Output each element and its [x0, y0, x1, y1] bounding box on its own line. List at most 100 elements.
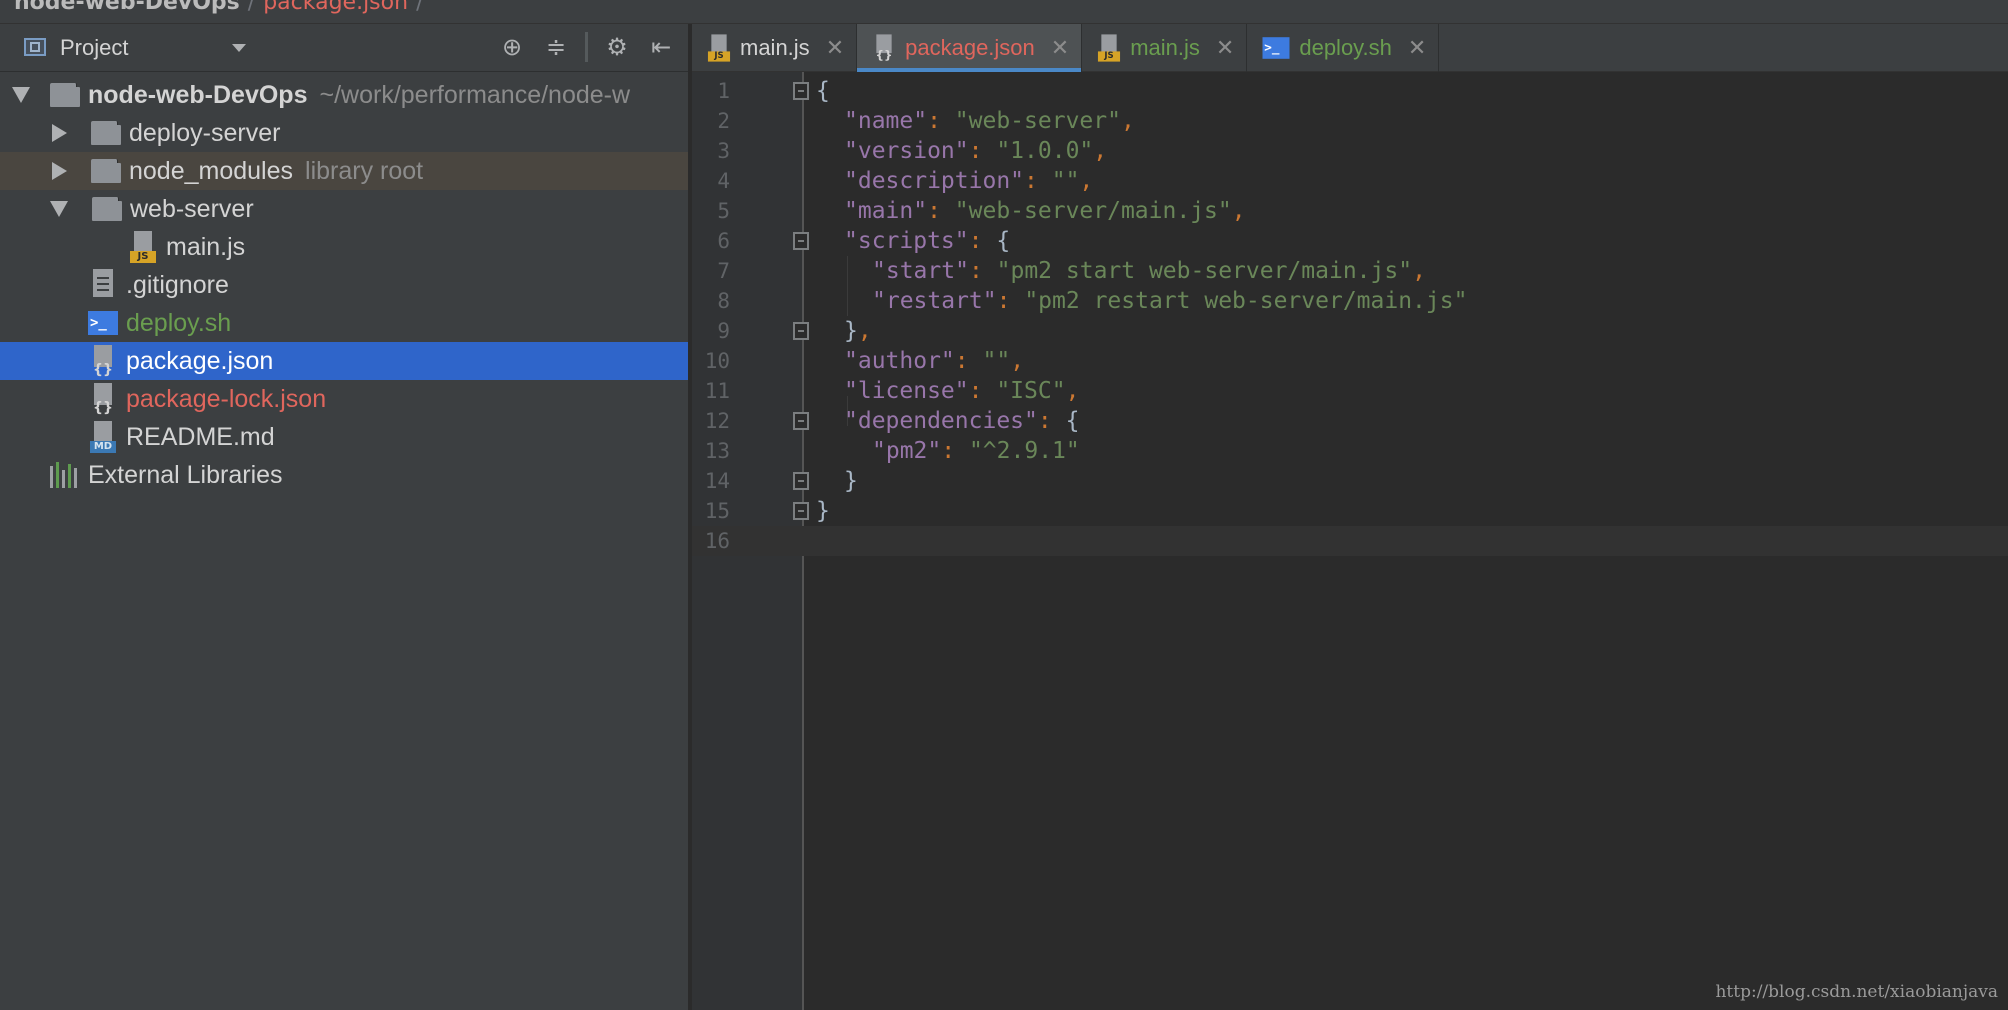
- tab-main-js[interactable]: JS main.js ✕: [692, 24, 858, 72]
- line-number: 5: [717, 199, 730, 223]
- tree-item-deploy-server[interactable]: deploy-server: [0, 114, 688, 152]
- tab-package-json[interactable]: {} package.json ✕: [857, 24, 1083, 72]
- tab-label: deploy.sh: [1299, 35, 1392, 60]
- tree-item-gitignore[interactable]: .gitignore: [0, 266, 688, 304]
- json-comma: ,: [857, 318, 872, 344]
- json-brace: }: [816, 498, 830, 524]
- json-value: "": [1051, 168, 1080, 194]
- code-line[interactable]: 8 "restart": "pm2 restart web-server/main…: [692, 286, 2008, 316]
- fold-marker-icon[interactable]: [793, 502, 809, 520]
- code-line[interactable]: 12 "dependencies": {: [692, 406, 2008, 436]
- json-colon: :: [968, 378, 997, 404]
- folder-icon: [91, 121, 121, 145]
- close-icon[interactable]: ✕: [1051, 35, 1069, 61]
- folder-icon: [92, 197, 122, 221]
- tree-item-label: deploy.sh: [126, 308, 232, 337]
- close-icon[interactable]: ✕: [1216, 35, 1234, 61]
- json-colon: :: [1024, 168, 1052, 194]
- json-key: "pm2": [872, 438, 942, 464]
- collapse-arrow-icon[interactable]: [52, 124, 67, 142]
- tree-item-package-lock-json[interactable]: {} package-lock.json: [0, 380, 688, 418]
- breadcrumb-project[interactable]: node-web-DevOps: [14, 0, 240, 15]
- tab-main-js-2[interactable]: JS main.js ✕: [1082, 24, 1248, 72]
- code-text: "version": "1.0.0",: [844, 136, 1107, 166]
- json-file-icon: {}: [873, 34, 895, 62]
- fold-marker-icon[interactable]: [793, 472, 809, 490]
- json-value: "^2.9.1": [968, 438, 1080, 464]
- line-number: 6: [717, 229, 730, 253]
- code-text: "name": "web-server",: [844, 106, 1135, 136]
- line-number: 7: [717, 259, 730, 283]
- code-line[interactable]: 7 "start": "pm2 start web-server/main.js"…: [692, 256, 2008, 286]
- code-line[interactable]: 1{: [692, 76, 2008, 106]
- fold-marker-icon[interactable]: [793, 412, 809, 430]
- json-key: "dependencies": [844, 408, 1038, 434]
- json-comma: ,: [1120, 108, 1135, 134]
- collapse-all-icon[interactable]: ≑: [541, 32, 571, 62]
- code-line[interactable]: 13 "pm2": "^2.9.1": [692, 436, 2008, 466]
- tree-item-web-server[interactable]: web-server: [0, 190, 688, 228]
- code-line[interactable]: 5 "main": "web-server/main.js",: [692, 196, 2008, 226]
- locate-file-icon[interactable]: ⊕: [497, 32, 527, 62]
- collapse-arrow-icon[interactable]: [52, 162, 67, 180]
- json-colon: :: [941, 438, 969, 464]
- folder-icon: [50, 83, 80, 107]
- code-text: "main": "web-server/main.js",: [844, 196, 1246, 226]
- expand-arrow-icon[interactable]: [50, 201, 68, 217]
- close-icon[interactable]: ✕: [826, 35, 844, 61]
- json-comma: ,: [1093, 138, 1108, 164]
- code-line[interactable]: 3 "version": "1.0.0",: [692, 136, 2008, 166]
- code-line[interactable]: 4 "description": "",: [692, 166, 2008, 196]
- json-comma: ,: [1010, 348, 1025, 374]
- tree-item-node-modules[interactable]: node_modules library root: [0, 152, 688, 190]
- code-line[interactable]: 10 "author": "",: [692, 346, 2008, 376]
- fold-marker-icon[interactable]: [793, 322, 809, 340]
- tree-item-package-json[interactable]: {} package.json: [0, 342, 688, 380]
- json-colon: :: [927, 108, 955, 134]
- json-brace: {: [1065, 408, 1080, 434]
- close-icon[interactable]: ✕: [1408, 35, 1426, 61]
- line-number: 1: [717, 79, 730, 103]
- line-number: 14: [704, 469, 730, 493]
- project-view-selector[interactable]: Project: [60, 35, 128, 61]
- json-colon: :: [927, 198, 955, 224]
- shell-script-icon: >_: [88, 311, 118, 335]
- tab-label: package.json: [905, 35, 1035, 60]
- watermark: http://blog.csdn.net/xiaobianjava: [1715, 982, 1998, 1002]
- json-comma: ,: [1231, 198, 1246, 224]
- code-text: "dependencies": {: [844, 406, 1079, 436]
- expand-arrow-icon[interactable]: [12, 87, 30, 103]
- tree-item-external-libraries[interactable]: External Libraries: [0, 456, 688, 494]
- tree-item-readme-md[interactable]: MD README.md: [0, 418, 688, 456]
- tree-item-deploy-sh[interactable]: >_ deploy.sh: [0, 304, 688, 342]
- code-text: },: [844, 316, 872, 346]
- folder-icon: [91, 159, 121, 183]
- code-editor[interactable]: 1{2 "name": "web-server", 3 "version": "1.0…: [692, 72, 2008, 1010]
- line-number: 11: [704, 379, 730, 403]
- chevron-down-icon[interactable]: [232, 43, 247, 52]
- tree-item-label: External Libraries: [88, 460, 283, 489]
- gear-icon[interactable]: ⚙: [602, 32, 632, 62]
- code-line[interactable]: 14}: [692, 466, 2008, 496]
- tree-item-label: deploy-server: [129, 118, 281, 147]
- line-number: 8: [717, 289, 730, 313]
- code-line[interactable]: 2 "name": "web-server",: [692, 106, 2008, 136]
- code-line[interactable]: 15}: [692, 496, 2008, 526]
- code-line[interactable]: 6 "scripts": {: [692, 226, 2008, 256]
- line-number: 13: [704, 439, 730, 463]
- hide-panel-icon[interactable]: ⇤: [646, 32, 676, 62]
- breadcrumb-file[interactable]: package.json: [263, 0, 408, 15]
- tree-item-node-web-devops[interactable]: node-web-DevOps ~/work/performance/node-…: [0, 76, 688, 114]
- json-key: "author": [844, 348, 955, 374]
- tree-item-label: .gitignore: [126, 270, 229, 299]
- code-line[interactable]: 11 "license": "ISC",: [692, 376, 2008, 406]
- json-colon: :: [996, 288, 1025, 314]
- json-key: "restart": [872, 288, 997, 314]
- code-line[interactable]: 16: [692, 526, 2008, 556]
- code-line[interactable]: 9},: [692, 316, 2008, 346]
- tab-deploy-sh[interactable]: >_ deploy.sh ✕: [1247, 24, 1440, 72]
- fold-marker-icon[interactable]: [793, 232, 809, 250]
- tree-item-main-js[interactable]: JS main.js: [0, 228, 688, 266]
- markdown-file-icon: MD: [90, 421, 116, 453]
- fold-marker-icon[interactable]: [793, 82, 809, 100]
